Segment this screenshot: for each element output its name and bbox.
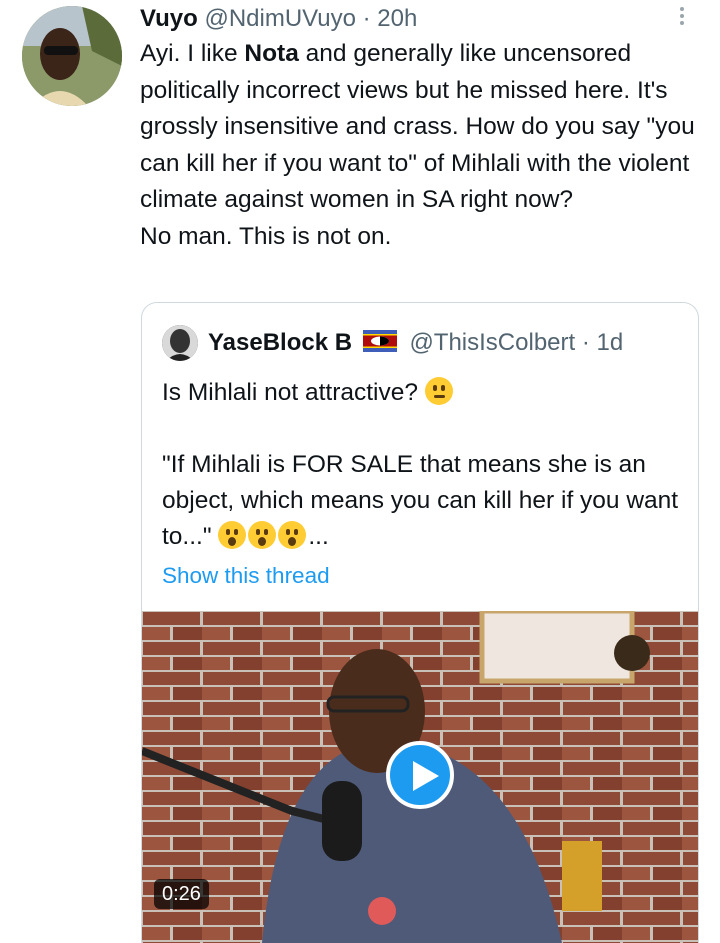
play-video-button[interactable]: [386, 741, 454, 809]
tweet-text: Ayi. I like Nota and generally like unce…: [140, 36, 710, 255]
quoted-text-ellipsis: ...: [308, 523, 329, 550]
video-thumbnail[interactable]: 0:26: [142, 611, 698, 943]
astonished-face-icon: [218, 521, 247, 549]
thinking-face-icon: [424, 377, 453, 405]
quoted-author-handle-time[interactable]: @ThisIsColbert · 1d: [409, 329, 623, 356]
show-thread-link[interactable]: Show this thread: [162, 563, 330, 589]
author-avatar[interactable]: [22, 6, 122, 106]
author-name[interactable]: Vuyo: [140, 5, 198, 32]
tweet-text-part: Ayi. I like: [140, 40, 245, 67]
author-handle-time[interactable]: @NdimUVuyo · 20h: [198, 5, 417, 32]
quoted-text-line: Is Mihlali not attractive?: [162, 379, 418, 406]
video-duration-badge: 0:26: [154, 879, 209, 909]
tweet-header: Vuyo @NdimUVuyo · 20h: [140, 4, 417, 34]
quoted-tweet-text: Is Mihlali not attractive? "If Mihlali i…: [162, 375, 682, 555]
more-options-icon[interactable]: [672, 4, 692, 34]
quoted-author-name[interactable]: YaseBlock B: [208, 329, 352, 356]
tweet-text-bold: Nota: [244, 40, 299, 67]
quoted-author-avatar[interactable]: [162, 325, 198, 361]
astonished-face-icon: [248, 521, 277, 549]
quoted-tweet-header: YaseBlock B @ThisIsColbert · 1d: [208, 327, 623, 359]
eswatini-flag-icon: [362, 330, 397, 352]
quoted-tweet-card[interactable]: YaseBlock B @ThisIsColbert · 1d Is Mihla…: [141, 302, 699, 943]
tweet-text-part: and generally like uncensored politicall…: [140, 40, 695, 250]
astonished-face-icon: [278, 521, 307, 549]
